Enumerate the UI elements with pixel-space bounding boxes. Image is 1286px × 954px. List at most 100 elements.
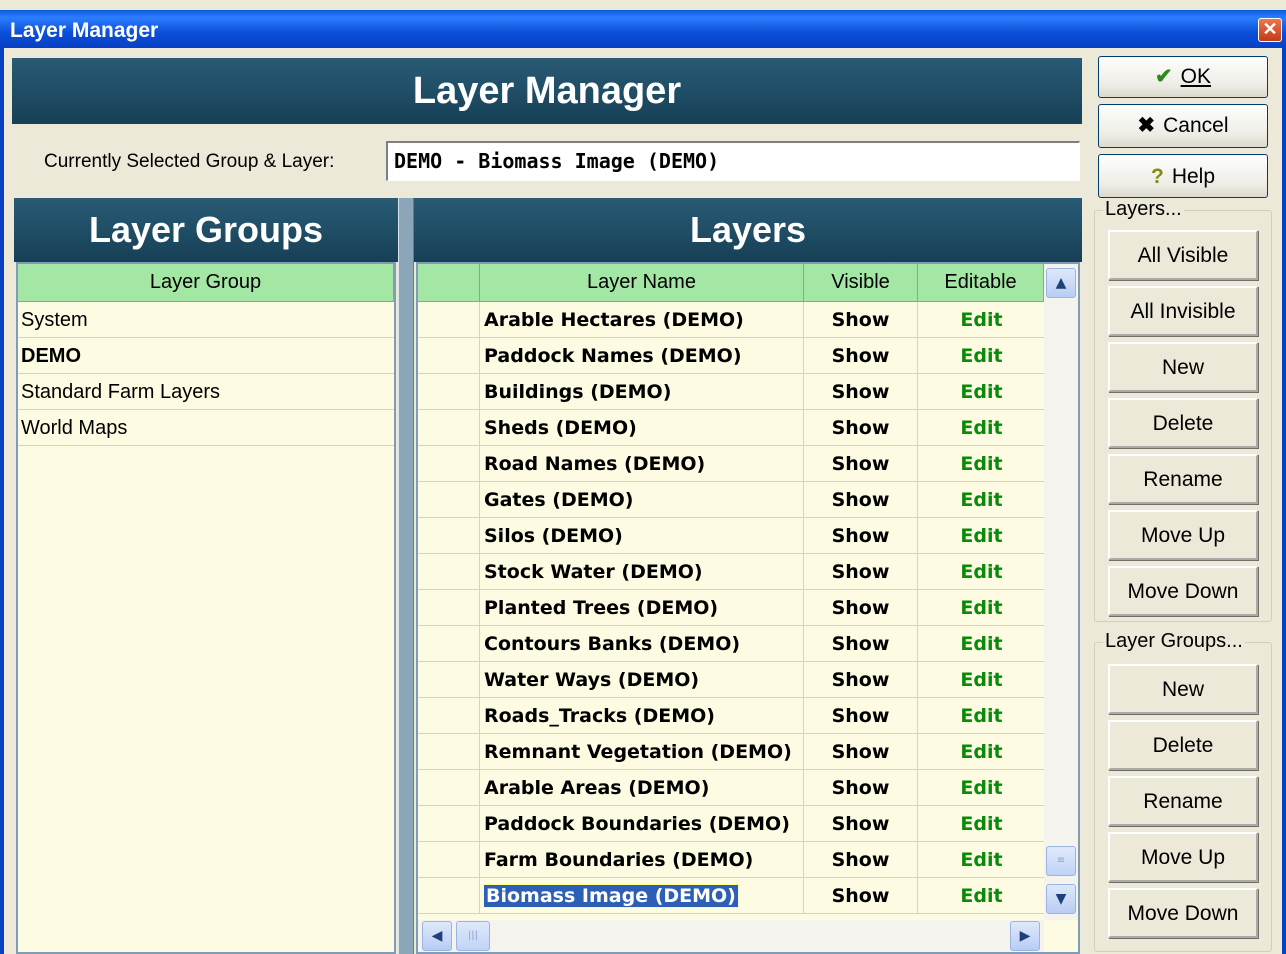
row-indicator[interactable] bbox=[418, 698, 480, 734]
layer-row[interactable]: Gates (DEMO) Show Edit bbox=[418, 482, 1046, 518]
groups-move-down-button[interactable]: Move Down bbox=[1108, 888, 1258, 938]
layers-move-up-button[interactable]: Move Up bbox=[1108, 510, 1258, 560]
visible-toggle[interactable]: Show bbox=[804, 662, 918, 698]
layer-row[interactable]: Stock Water (DEMO) Show Edit bbox=[418, 554, 1046, 590]
layer-name-cell[interactable]: Farm Boundaries (DEMO) bbox=[480, 842, 804, 878]
layer-row[interactable]: Paddock Boundaries (DEMO) Show Edit bbox=[418, 806, 1046, 842]
group-row[interactable]: Standard Farm Layers bbox=[18, 374, 394, 410]
layer-name-cell[interactable]: Water Ways (DEMO) bbox=[480, 662, 804, 698]
visible-toggle[interactable]: Show bbox=[804, 806, 918, 842]
row-indicator[interactable] bbox=[418, 734, 480, 770]
layer-row[interactable]: Road Names (DEMO) Show Edit bbox=[418, 446, 1046, 482]
visible-toggle[interactable]: Show bbox=[804, 338, 918, 374]
editable-toggle[interactable]: Edit bbox=[918, 842, 1046, 878]
visible-toggle[interactable]: Show bbox=[804, 518, 918, 554]
scroll-up-icon[interactable]: ▲ bbox=[1046, 268, 1076, 298]
editable-toggle[interactable]: Edit bbox=[918, 482, 1046, 518]
visible-toggle[interactable]: Show bbox=[804, 770, 918, 806]
layer-row[interactable]: Sheds (DEMO) Show Edit bbox=[418, 410, 1046, 446]
editable-toggle[interactable]: Edit bbox=[918, 806, 1046, 842]
visible-toggle[interactable]: Show bbox=[804, 302, 918, 338]
row-indicator[interactable] bbox=[418, 410, 480, 446]
editable-toggle[interactable]: Edit bbox=[918, 590, 1046, 626]
layer-name-cell[interactable]: Paddock Boundaries (DEMO) bbox=[480, 806, 804, 842]
row-indicator[interactable] bbox=[418, 374, 480, 410]
groups-rename-button[interactable]: Rename bbox=[1108, 776, 1258, 826]
column-header-editable[interactable]: Editable bbox=[918, 264, 1044, 302]
layer-row[interactable]: Contours Banks (DEMO) Show Edit bbox=[418, 626, 1046, 662]
column-header-layer-group[interactable]: Layer Group bbox=[18, 264, 394, 302]
editable-toggle[interactable]: Edit bbox=[918, 446, 1046, 482]
visible-toggle[interactable]: Show bbox=[804, 446, 918, 482]
editable-toggle[interactable]: Edit bbox=[918, 626, 1046, 662]
layer-row[interactable]: Silos (DEMO) Show Edit bbox=[418, 518, 1046, 554]
layer-name-cell[interactable]: Biomass Image (DEMO) bbox=[480, 878, 804, 914]
visible-toggle[interactable]: Show bbox=[804, 554, 918, 590]
column-header-indicator[interactable] bbox=[418, 264, 480, 302]
scroll-right-icon[interactable]: ▶ bbox=[1010, 921, 1040, 951]
layer-name-cell[interactable]: Planted Trees (DEMO) bbox=[480, 590, 804, 626]
layer-name-cell[interactable]: Gates (DEMO) bbox=[480, 482, 804, 518]
editable-toggle[interactable]: Edit bbox=[918, 698, 1046, 734]
layer-row[interactable]: Farm Boundaries (DEMO) Show Edit bbox=[418, 842, 1046, 878]
layers-new-button[interactable]: New bbox=[1108, 342, 1258, 392]
editable-toggle[interactable]: Edit bbox=[918, 662, 1046, 698]
editable-toggle[interactable]: Edit bbox=[918, 554, 1046, 590]
editable-toggle[interactable]: Edit bbox=[918, 410, 1046, 446]
layer-name-cell[interactable]: Contours Banks (DEMO) bbox=[480, 626, 804, 662]
column-header-visible[interactable]: Visible bbox=[804, 264, 918, 302]
scroll-left-icon[interactable]: ◀ bbox=[422, 921, 452, 951]
visible-toggle[interactable]: Show bbox=[804, 842, 918, 878]
layers-rename-button[interactable]: Rename bbox=[1108, 454, 1258, 504]
groups-new-button[interactable]: New bbox=[1108, 664, 1258, 714]
editable-toggle[interactable]: Edit bbox=[918, 338, 1046, 374]
row-indicator[interactable] bbox=[418, 662, 480, 698]
layer-name-cell[interactable]: Sheds (DEMO) bbox=[480, 410, 804, 446]
row-indicator[interactable] bbox=[418, 446, 480, 482]
visible-toggle[interactable]: Show bbox=[804, 410, 918, 446]
row-indicator[interactable] bbox=[418, 590, 480, 626]
row-indicator[interactable] bbox=[418, 338, 480, 374]
panel-splitter[interactable] bbox=[398, 198, 414, 954]
visible-toggle[interactable]: Show bbox=[804, 374, 918, 410]
layer-row[interactable]: Arable Areas (DEMO) Show Edit bbox=[418, 770, 1046, 806]
visible-toggle[interactable]: Show bbox=[804, 698, 918, 734]
layers-move-down-button[interactable]: Move Down bbox=[1108, 566, 1258, 616]
layer-row[interactable]: Buildings (DEMO) Show Edit bbox=[418, 374, 1046, 410]
row-indicator[interactable] bbox=[418, 518, 480, 554]
layer-name-cell[interactable]: Silos (DEMO) bbox=[480, 518, 804, 554]
visible-toggle[interactable]: Show bbox=[804, 626, 918, 662]
group-row[interactable]: System bbox=[18, 302, 394, 338]
layer-name-cell[interactable]: Road Names (DEMO) bbox=[480, 446, 804, 482]
column-header-layer-name[interactable]: Layer Name bbox=[480, 264, 804, 302]
visible-toggle[interactable]: Show bbox=[804, 734, 918, 770]
layer-name-cell[interactable]: Stock Water (DEMO) bbox=[480, 554, 804, 590]
row-indicator[interactable] bbox=[418, 770, 480, 806]
groups-move-up-button[interactable]: Move Up bbox=[1108, 832, 1258, 882]
help-button[interactable]: ? Help bbox=[1098, 154, 1268, 198]
visible-toggle[interactable]: Show bbox=[804, 590, 918, 626]
layer-row[interactable]: Remnant Vegetation (DEMO) Show Edit bbox=[418, 734, 1046, 770]
editable-toggle[interactable]: Edit bbox=[918, 878, 1046, 914]
row-indicator[interactable] bbox=[418, 806, 480, 842]
scroll-down-icon[interactable]: ▼ bbox=[1046, 884, 1076, 914]
editable-toggle[interactable]: Edit bbox=[918, 302, 1046, 338]
cancel-button[interactable]: ✖ Cancel bbox=[1098, 104, 1268, 148]
horizontal-scrollbar[interactable]: ◀ ||| ▶ bbox=[418, 920, 1044, 952]
layer-row[interactable]: Arable Hectares (DEMO) Show Edit bbox=[418, 302, 1046, 338]
layers-delete-button[interactable]: Delete bbox=[1108, 398, 1258, 448]
editable-toggle[interactable]: Edit bbox=[918, 734, 1046, 770]
layer-name-cell[interactable]: Remnant Vegetation (DEMO) bbox=[480, 734, 804, 770]
row-indicator[interactable] bbox=[418, 302, 480, 338]
horizontal-scroll-thumb[interactable]: ||| bbox=[456, 921, 490, 951]
row-indicator[interactable] bbox=[418, 554, 480, 590]
row-indicator[interactable] bbox=[418, 878, 480, 914]
vertical-scroll-thumb[interactable]: ≡ bbox=[1046, 846, 1076, 876]
layer-row[interactable]: Planted Trees (DEMO) Show Edit bbox=[418, 590, 1046, 626]
visible-toggle[interactable]: Show bbox=[804, 482, 918, 518]
visible-toggle[interactable]: Show bbox=[804, 878, 918, 914]
layer-row[interactable]: Biomass Image (DEMO) Show Edit bbox=[418, 878, 1046, 914]
groups-delete-button[interactable]: Delete bbox=[1108, 720, 1258, 770]
layer-row[interactable]: Roads_Tracks (DEMO) Show Edit bbox=[418, 698, 1046, 734]
layer-name-cell[interactable]: Roads_Tracks (DEMO) bbox=[480, 698, 804, 734]
